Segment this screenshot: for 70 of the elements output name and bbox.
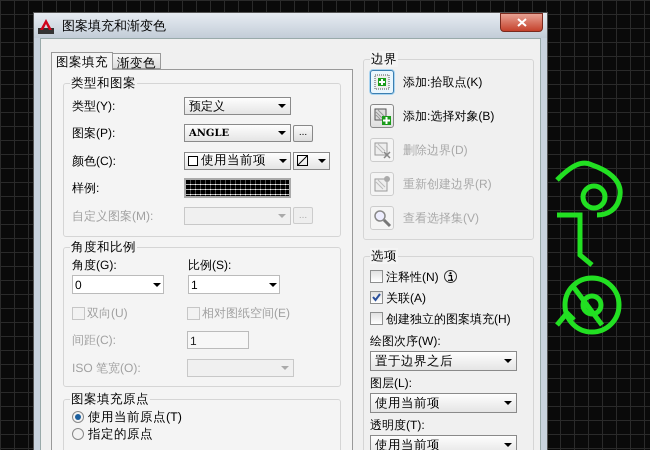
transparency-icon <box>297 155 308 166</box>
dropdown-arrow-icon <box>281 366 289 370</box>
checkbox[interactable] <box>370 312 383 325</box>
checkbox-label: 双向(U) <box>87 305 128 322</box>
combo-field[interactable]: 1 <box>188 275 280 294</box>
button-label: 重新创建边界(R) <box>403 176 492 193</box>
dropdown[interactable]: ANGLE <box>184 124 291 142</box>
checkbox[interactable] <box>370 291 383 304</box>
checkbox-label: 注释性(N) <box>386 268 439 286</box>
checkbox-label: 相对图纸空间(E) <box>202 305 290 322</box>
browse-button[interactable]: ... <box>293 124 313 142</box>
tool-button[interactable] <box>370 104 394 128</box>
checkbox[interactable] <box>370 270 383 283</box>
field-label: 绘图次序(W): <box>370 333 442 350</box>
dropdown-arrow-icon <box>153 282 161 286</box>
view-icon <box>372 208 392 228</box>
field-label: 类型(Y): <box>72 98 116 115</box>
checkbox-label: 关联(A) <box>386 290 426 306</box>
dropdown[interactable] <box>293 152 330 170</box>
dropdown-arrow-icon <box>278 104 286 108</box>
button-label: 查看选择集(V) <box>403 210 479 227</box>
combo-field[interactable]: 0 <box>72 275 164 294</box>
close-icon <box>516 18 526 27</box>
dropdown-arrow-icon <box>279 158 287 163</box>
field-label: 角度(G): <box>72 257 118 274</box>
dropdown-arrow-icon <box>318 158 326 163</box>
remove-icon <box>372 140 392 160</box>
button-label: 删除边界(D) <box>403 142 468 159</box>
group-title: 选项 <box>370 248 398 264</box>
dropdown[interactable]: 使用当前项 <box>370 393 517 413</box>
group-title: 图案填充原点 <box>70 391 150 407</box>
group-title: 边界 <box>370 51 398 67</box>
recreate-icon <box>372 174 392 194</box>
field-label: 颜色(C): <box>72 152 117 170</box>
dropdown-arrow-icon <box>504 401 512 405</box>
dropdown-arrow-icon <box>504 443 512 447</box>
tab[interactable]: 图案填充 <box>51 52 113 70</box>
app-logo-icon <box>38 18 54 34</box>
dropdown-arrow-icon <box>269 282 277 286</box>
field-label: 图案(P): <box>72 125 116 142</box>
field-label: 图层(L): <box>370 375 413 392</box>
button-label: 添加:选择对象(B) <box>403 108 494 125</box>
button-label: 添加:拾取点(K) <box>403 74 482 91</box>
field-label: 比例(S): <box>188 257 232 274</box>
radio-button[interactable] <box>72 411 84 423</box>
dropdown-arrow-icon <box>278 131 286 136</box>
radio-button[interactable] <box>72 428 84 440</box>
group-title: 角度和比例 <box>70 239 137 255</box>
dropdown[interactable]: 使用当前项 <box>184 152 291 170</box>
tab[interactable]: 渐变色 <box>113 53 161 69</box>
dropdown-arrow-icon <box>278 214 286 218</box>
select-icon <box>372 106 392 126</box>
checkbox-label: 创建独立的图案填充(H) <box>386 310 511 328</box>
close-button[interactable] <box>500 13 543 32</box>
field-label: ISO 笔宽(O): <box>72 360 142 377</box>
window-title: 图案填充和渐变色 <box>62 16 166 35</box>
field-label: 间距(C): <box>72 332 117 349</box>
field-label: 自定义图案(M): <box>72 208 154 225</box>
dropdown[interactable]: 预定义 <box>184 96 291 115</box>
radio-label: 指定的原点 <box>88 426 153 443</box>
group-title: 类型和图案 <box>70 75 137 91</box>
dropdown[interactable]: 置于边界之后 <box>370 351 517 371</box>
field-label: 透明度(T): <box>370 417 426 434</box>
dropdown-arrow-icon <box>504 359 512 363</box>
info-icon <box>444 270 457 283</box>
field-label: 样例: <box>72 180 100 198</box>
radio-label: 使用当前原点(T) <box>88 408 182 426</box>
pick-icon <box>372 72 392 92</box>
tool-button[interactable] <box>370 70 394 94</box>
color-swatch-icon <box>188 156 198 166</box>
